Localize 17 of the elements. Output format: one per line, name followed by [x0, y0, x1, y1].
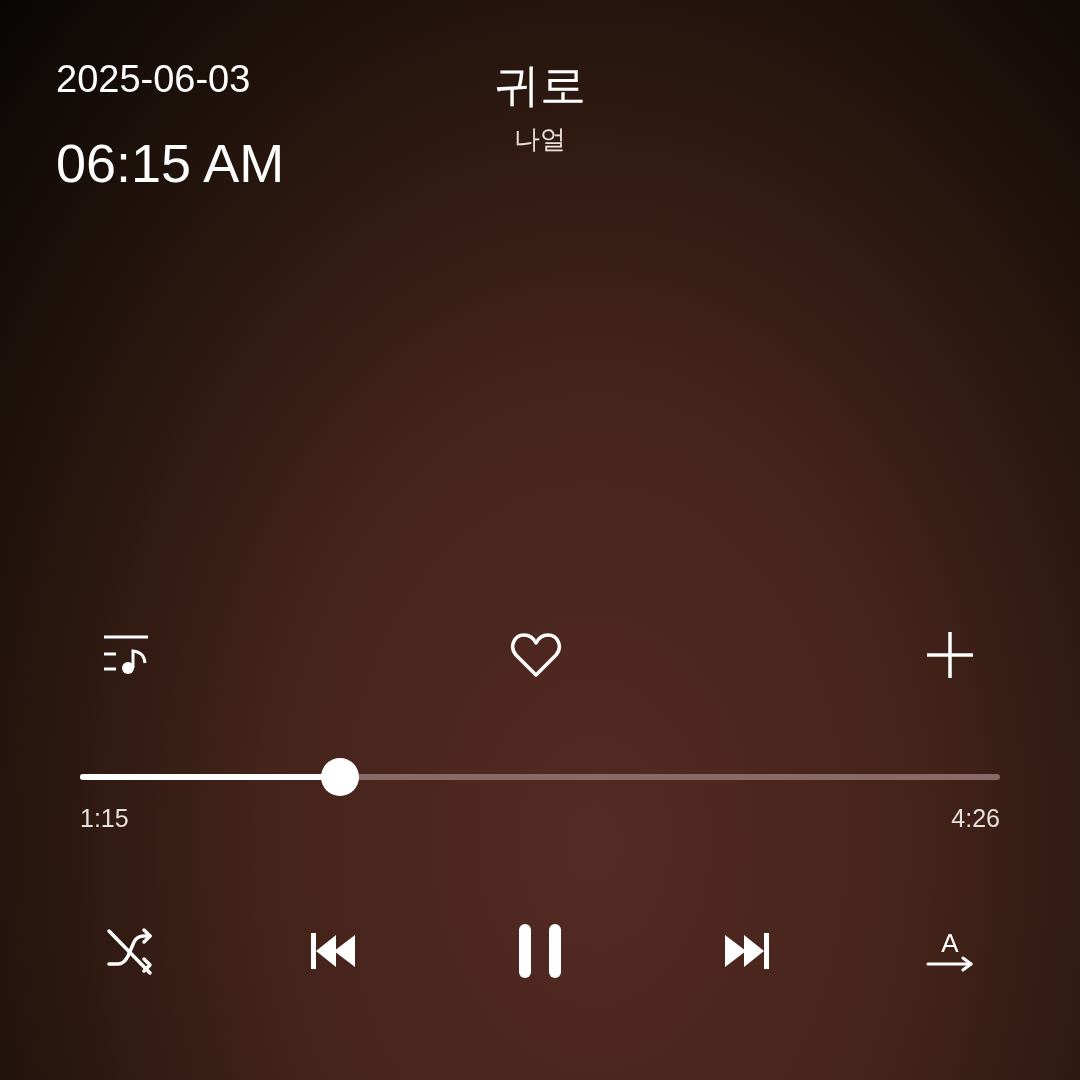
shuffle-icon: [106, 926, 154, 976]
skip-forward-icon: [723, 931, 771, 971]
artist-name: 나얼: [514, 126, 566, 152]
heart-icon: [510, 632, 562, 678]
song-title: 귀로: [494, 62, 586, 108]
lyrics-button[interactable]: A: [922, 923, 978, 979]
progress-slider[interactable]: [80, 758, 1000, 796]
date-text: 2025-06-03: [56, 60, 252, 98]
total-time: 4:26: [951, 806, 1000, 831]
elapsed-time: 1:15: [80, 806, 129, 831]
progress-thumb[interactable]: [321, 758, 360, 796]
playlist-icon: [102, 633, 150, 677]
skip-back-icon: [309, 931, 357, 971]
arrow-right-icon: [926, 956, 974, 972]
pause-icon: [517, 923, 563, 979]
time-text: 06:15 AM: [56, 136, 286, 190]
plus-icon: [925, 630, 975, 680]
